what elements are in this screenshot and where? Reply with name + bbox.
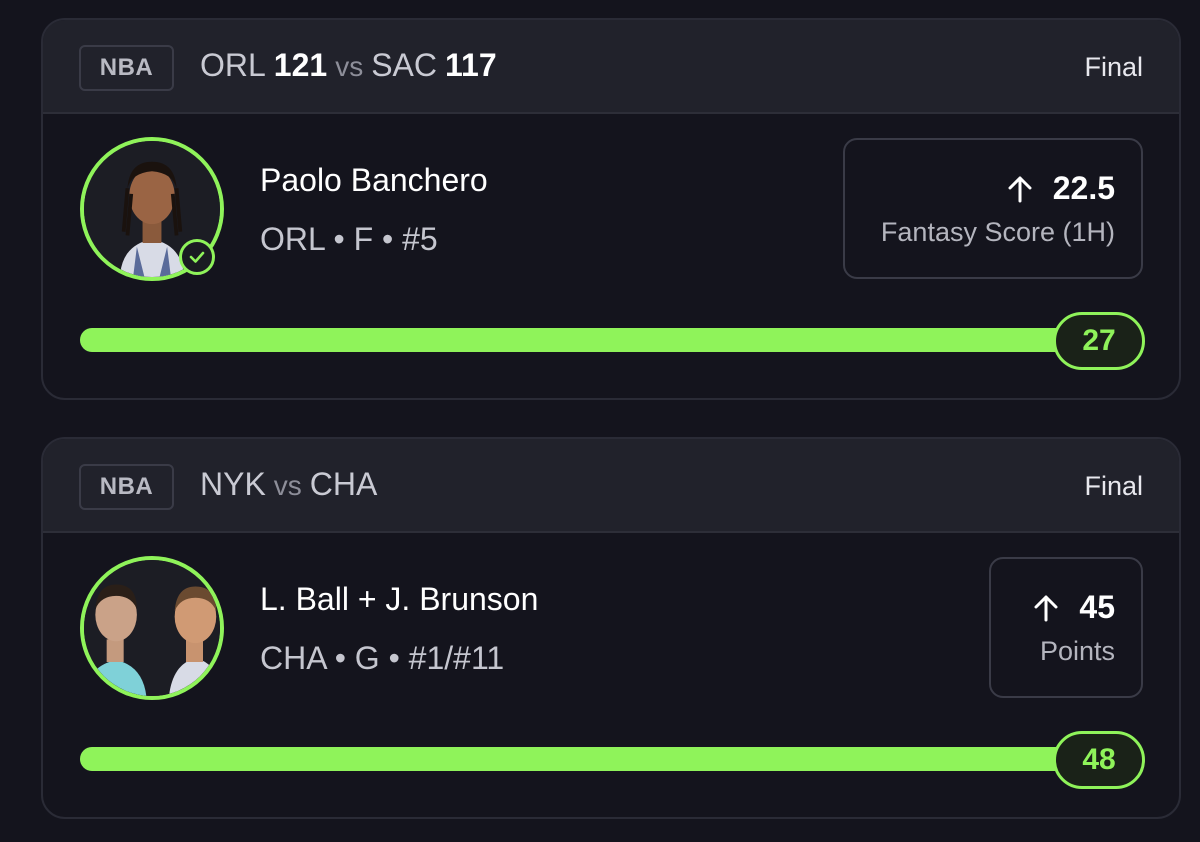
versus-label: vs: [273, 470, 302, 501]
progress-bar: [80, 747, 1090, 771]
game-status: Final: [1084, 52, 1143, 82]
matchup: NYK vs CHA: [200, 466, 377, 503]
away-score: 121: [273, 47, 328, 83]
stat-line-box[interactable]: 22.5 Fantasy Score (1H): [843, 138, 1143, 279]
stat-line-box[interactable]: 45 Points: [989, 557, 1143, 698]
league-badge: NBA: [79, 45, 174, 91]
player-name: L. Ball + J. Brunson: [260, 581, 539, 617]
home-team: CHA: [309, 466, 378, 502]
away-team: NYK: [200, 466, 266, 502]
verified-check-icon: [179, 239, 215, 275]
matchup: ORL 121 vs SAC 117: [200, 47, 497, 84]
player-meta: CHA • G • #1/#11: [260, 640, 505, 676]
arrow-up-icon: [1034, 595, 1058, 621]
away-team: ORL: [200, 47, 266, 83]
result-value-pill: 27: [1053, 312, 1145, 370]
stat-line-value: 22.5: [1052, 170, 1115, 206]
player-avatar[interactable]: [80, 556, 224, 700]
stat-label: Points: [1039, 636, 1115, 666]
progress-bar: [80, 328, 1090, 352]
progress-fill: [80, 328, 1090, 352]
versus-label: vs: [335, 51, 364, 82]
game-status: Final: [1084, 471, 1143, 501]
stat-label: Fantasy Score (1H): [880, 217, 1115, 247]
stat-line: 45: [991, 589, 1115, 626]
prop-card[interactable]: NBA NYK vs CHA Final L. Ball + J. Brunso…: [41, 437, 1181, 819]
home-score: 117: [444, 47, 497, 83]
player-meta: ORL • F • #5: [260, 221, 438, 257]
stat-line-value: 45: [1079, 589, 1115, 625]
result-value-pill: 48: [1053, 731, 1145, 789]
arrow-up-icon: [1008, 176, 1032, 202]
league-badge: NBA: [79, 464, 174, 510]
home-team: SAC: [371, 47, 437, 83]
card-header: NBA NYK vs CHA Final: [43, 439, 1179, 533]
progress-fill: [80, 747, 1090, 771]
card-header: NBA ORL 121 vs SAC 117 Final: [43, 20, 1179, 114]
player-name: Paolo Banchero: [260, 162, 488, 198]
stat-line: 22.5: [845, 170, 1115, 207]
prop-card[interactable]: NBA ORL 121 vs SAC 117 Final Paolo Banch…: [41, 18, 1181, 400]
combo-player-headshot-image: [84, 560, 220, 696]
